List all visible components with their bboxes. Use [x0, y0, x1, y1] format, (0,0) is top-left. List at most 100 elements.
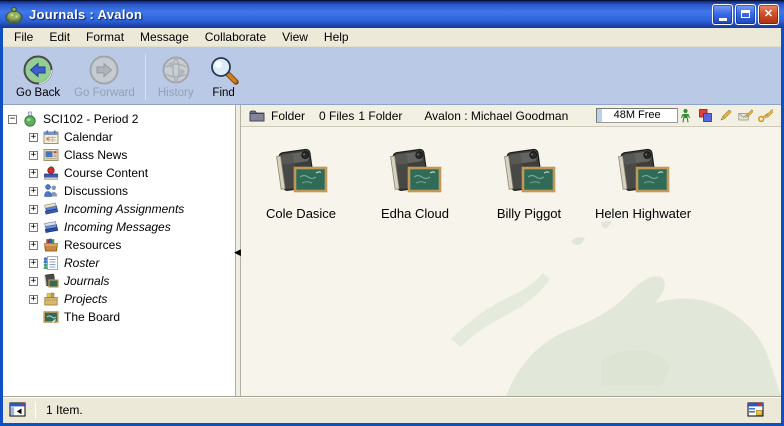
toggle-right-panel-icon[interactable] [747, 401, 765, 419]
expand-box-icon[interactable]: + [29, 259, 38, 268]
tree-item-label: Roster [64, 256, 99, 270]
journal-name-label: Helen Highwater [595, 206, 691, 221]
messages-icon [43, 219, 60, 235]
expand-box-icon[interactable]: + [29, 205, 38, 214]
journal-book-icon [500, 147, 558, 201]
folder-info-bar: Folder 0 Files 1 Folder Avalon : Michael… [241, 105, 781, 127]
menu-item-help[interactable]: Help [316, 28, 357, 46]
toolbar-button-label: Find [212, 87, 234, 99]
menu-item-file[interactable]: File [6, 28, 41, 46]
history-button[interactable]: History [151, 51, 201, 101]
go-back-button[interactable]: Go Back [9, 51, 67, 101]
tree-item-label: Class News [64, 148, 127, 162]
journal-name-label: Edha Cloud [381, 206, 449, 221]
status-bar: 1 Item. [3, 396, 781, 423]
folder-icon [249, 109, 265, 122]
course-content-icon [43, 165, 60, 181]
tree-item-class-news[interactable]: + Class News [3, 146, 235, 164]
tree-item-label: The Board [64, 310, 120, 324]
tree-item-discussions[interactable]: +Discussions [3, 182, 235, 200]
journal-book-icon [386, 147, 444, 201]
journal-name-label: Cole Dasice [266, 206, 336, 221]
tree-item-sci102-period-2[interactable]: − SCI102 - Period 2 [3, 110, 235, 128]
header-action-icons [678, 108, 773, 123]
toolbar-button-label: Go Forward [74, 87, 135, 99]
server-account-label: Avalon : Michael Goodman [424, 109, 568, 123]
tree-item-label: Projects [64, 292, 107, 306]
expand-box-icon[interactable]: + [29, 169, 38, 178]
title-bar[interactable]: Journals : Avalon ✕ [0, 0, 784, 28]
layers-icon[interactable] [698, 108, 713, 123]
menu-item-view[interactable]: View [274, 28, 316, 46]
tree-item-journals[interactable]: +Journals [3, 272, 235, 290]
discussions-icon [43, 183, 60, 199]
collapse-box-icon[interactable]: − [8, 115, 17, 124]
maximize-button[interactable] [735, 4, 756, 25]
expand-box-icon[interactable]: + [29, 151, 38, 160]
person-icon[interactable] [678, 108, 693, 123]
used-space-bar [597, 109, 602, 122]
find-magnifier-icon [208, 54, 240, 86]
journal-icon [43, 273, 60, 289]
tree-item-calendar[interactable]: +Calendar [3, 128, 235, 146]
files-count: 0 Files [319, 109, 354, 123]
assignments-icon [43, 201, 60, 217]
journal-item-edha-cloud[interactable]: Edha Cloud [363, 147, 467, 221]
menu-item-format[interactable]: Format [78, 28, 132, 46]
journal-item-cole-dasice[interactable]: Cole Dasice [249, 147, 353, 221]
tree-item-incoming-messages[interactable]: + Incoming Messages [3, 218, 235, 236]
map-watermark [451, 211, 781, 396]
journal-item-billy-piggot[interactable]: Billy Piggot [477, 147, 581, 221]
find-button[interactable]: Find [201, 51, 247, 101]
chalkboard-icon [43, 309, 60, 325]
flask-icon [22, 111, 39, 127]
tree-item-incoming-assignments[interactable]: + Incoming Assignments [3, 200, 235, 218]
pencil-icon[interactable] [718, 108, 733, 123]
tree-item-roster[interactable]: + Roster [3, 254, 235, 272]
expand-box-icon[interactable]: + [29, 223, 38, 232]
tree-item-projects[interactable]: + Projects [3, 290, 235, 308]
close-button[interactable]: ✕ [758, 4, 779, 25]
tree-item-resources[interactable]: +Resources [3, 236, 235, 254]
calendar-icon [43, 129, 60, 145]
back-arrow-icon [22, 54, 54, 86]
collapse-left-arrow-icon[interactable]: ◀ [234, 247, 241, 258]
expand-box-icon[interactable]: + [29, 187, 38, 196]
history-globe-icon [160, 54, 192, 86]
menu-item-message[interactable]: Message [132, 28, 197, 46]
tree-item-label: SCI102 - Period 2 [43, 112, 138, 126]
key-pencil-icon[interactable] [758, 108, 773, 123]
item-count-label: 1 Item. [46, 403, 83, 417]
compose-mail-icon[interactable] [738, 108, 753, 123]
journal-item-helen-highwater[interactable]: Helen Highwater [591, 147, 695, 221]
tree-item-the-board[interactable]: The Board [3, 308, 235, 326]
resources-icon [43, 237, 60, 253]
folder-label: Folder [271, 109, 305, 123]
journal-list-area: Cole Dasice Edha Cloud Billy Piggot Helen H… [241, 127, 781, 396]
go-forward-button[interactable]: Go Forward [67, 51, 142, 101]
toolbar: Go Back Go Forward History Find [3, 47, 781, 105]
projects-icon [43, 291, 60, 307]
menu-item-collaborate[interactable]: Collaborate [197, 28, 274, 46]
minimize-button[interactable] [712, 4, 733, 25]
status-separator [35, 402, 36, 419]
class-news-icon [43, 147, 60, 163]
journal-book-icon [614, 147, 672, 201]
tree-item-label: Incoming Assignments [64, 202, 184, 216]
menu-item-edit[interactable]: Edit [41, 28, 78, 46]
window-title: Journals : Avalon [29, 7, 142, 22]
free-space-meter: 48M Free [596, 108, 678, 123]
tree-item-label: Incoming Messages [64, 220, 171, 234]
toolbar-button-label: Go Back [16, 87, 60, 99]
tree-item-course-content[interactable]: +Course Content [3, 164, 235, 182]
roster-icon [43, 255, 60, 271]
turtle-app-icon [4, 5, 24, 25]
expand-box-icon[interactable]: + [29, 133, 38, 142]
course-tree-panel: −SCI102 - Period 2+Calendar+Class News+C… [3, 105, 235, 396]
expand-box-icon[interactable]: + [29, 295, 38, 304]
toolbar-separator [145, 54, 146, 100]
menu-bar: FileEditFormatMessageCollaborateViewHelp [3, 28, 781, 47]
expand-box-icon[interactable]: + [29, 277, 38, 286]
toggle-left-panel-icon[interactable] [9, 401, 27, 419]
expand-box-icon[interactable]: + [29, 241, 38, 250]
